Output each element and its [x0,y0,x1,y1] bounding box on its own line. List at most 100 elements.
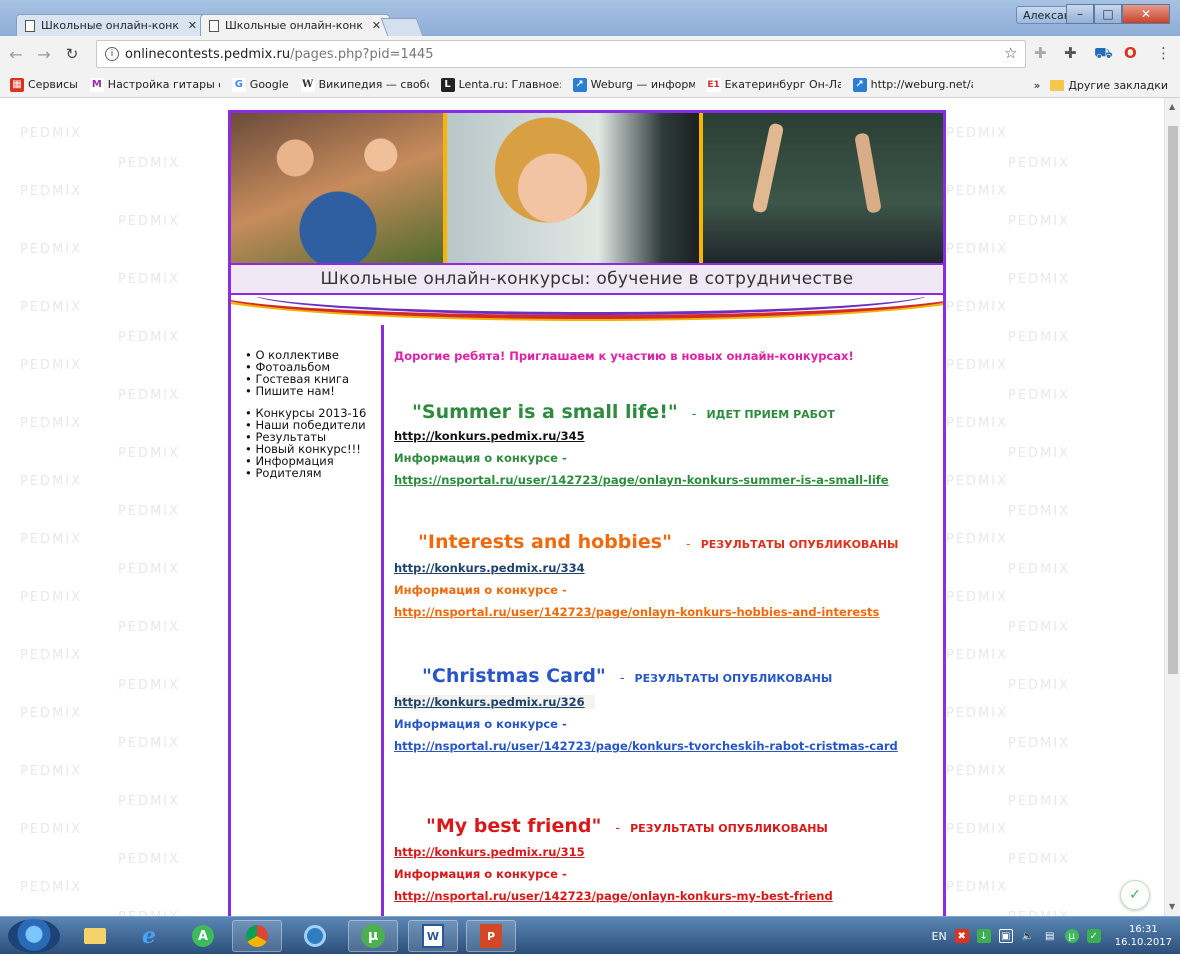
browser-titlebar: Школьные онлайн-конк ✕ Школьные онлайн-к… [0,0,1180,36]
language-indicator[interactable]: EN [932,930,947,943]
cart-icon[interactable]: ⛟ [1094,44,1113,64]
new-tab-button[interactable] [380,18,424,36]
watermark-logo: PEDMIX [20,416,83,431]
bookmark-apps[interactable]: ▦ Сервисы [10,77,78,92]
watermark-logo: PEDMIX [946,764,1009,779]
media-player-icon[interactable] [290,920,340,952]
close-window-button[interactable]: ✕ [1122,4,1170,24]
watermark-logo: PEDMIX [1008,678,1071,693]
start-button[interactable] [8,919,60,953]
close-tab-icon[interactable]: ✕ [188,19,197,32]
file-explorer-icon[interactable] [70,920,120,952]
contest-info-label: Информация о конкурсе - [394,583,567,597]
scroll-down-arrow-icon[interactable]: ▼ [1169,902,1175,911]
watermark-logo: PEDMIX [946,648,1009,663]
contest-link[interactable]: http://konkurs.pedmix.ru/315 [394,845,939,859]
watermark-logo: PEDMIX [118,736,181,751]
contest-status: РЕЗУЛЬТАТЫ ОПУБЛИКОВАНЫ [634,672,833,685]
download-arrow-icon[interactable]: ↓ [976,929,991,943]
watermark-logo: PEDMIX [946,358,1009,373]
contest-info-link[interactable]: http://nsportal.ru/user/142723/page/onla… [394,605,939,619]
utorrent-icon[interactable]: µ [348,920,398,952]
shield-check-icon[interactable]: ✓ [1120,880,1150,910]
watermark-logo: PEDMIX [20,648,83,663]
browser-tab-1[interactable]: Школьные онлайн-конк ✕ [16,14,206,36]
watermark-logo: PEDMIX [20,126,83,141]
watermark-logo: PEDMIX [1008,446,1071,461]
scroll-up-arrow-icon[interactable]: ▲ [1169,102,1175,111]
forward-arrow-icon[interactable]: → [32,45,56,64]
minimize-button[interactable]: – [1066,4,1094,24]
network-icon[interactable]: ▤ [1043,929,1057,943]
watermark-logo: PEDMIX [20,242,83,257]
contest-link[interactable]: http://konkurs.pedmix.ru/345 [394,429,939,443]
contest-info-link[interactable]: https://nsportal.ru/user/142723/page/onl… [394,473,939,487]
reload-icon[interactable]: ↻ [60,45,84,63]
contest-info-link[interactable]: http://nsportal.ru/user/142723/page/onla… [394,889,939,903]
system-tray: EN ✖ ↓ ▣ 🔈 ▤ µ ✓ 16:31 16.10.2017 [932,917,1172,954]
bookmark-guitar[interactable]: M Настройка гитары о [89,77,220,92]
chrome-icon[interactable] [232,920,282,952]
volume-icon[interactable]: 🔈 [1021,929,1035,943]
browser-tab-2[interactable]: Школьные онлайн-конк ✕ [200,14,390,36]
address-bar[interactable]: i onlinecontests.pedmix.ru/pages.php?pid… [96,40,1026,68]
nav-item-contests-5[interactable]: Родителям [245,467,379,479]
contest-info-label: Информация о конкурсе - [394,867,567,881]
contest-info-link[interactable]: http://nsportal.ru/user/142723/page/konk… [394,739,939,753]
contest-status: РЕЗУЛЬТАТЫ ОПУБЛИКОВАНЫ [630,822,828,835]
contest-link[interactable]: http://konkurs.pedmix.ru/326 [394,695,595,709]
watermark-logo: PEDMIX [946,532,1009,547]
tray-app-icon[interactable]: ✖ [954,929,969,943]
site-left-nav: О коллективеФотоальбомГостевая книгаПиши… [231,325,379,916]
bookmark-wikipedia[interactable]: W Википедия — свобо [300,77,429,92]
info-icon[interactable]: i [105,47,119,61]
tray-clock[interactable]: 16:31 16.10.2017 [1115,923,1172,949]
wikipedia-w-icon: W [300,77,315,92]
back-arrow-icon[interactable]: ← [4,45,28,64]
display-icon[interactable]: ▣ [998,929,1013,943]
powerpoint-icon[interactable]: P [466,920,516,952]
extension-icon[interactable]: ✚ [1034,44,1047,62]
contest-christmas: "Christmas Card" - РЕЗУЛЬТАТЫ ОПУБЛИКОВА… [394,665,939,753]
nav-item-about-3[interactable]: Пишите нам! [245,385,379,397]
watermark-logo: PEDMIX [946,880,1009,895]
watermark-logo: PEDMIX [1008,620,1071,635]
watermark-logo: PEDMIX [1008,504,1071,519]
extension-puzzle-icon[interactable]: ✚ [1064,44,1077,62]
android-studio-icon[interactable]: A [178,920,228,952]
word-icon[interactable]: W [408,920,458,952]
page-scrollbar[interactable]: ▲ ▼ [1164,98,1180,916]
contest-info-label: Информация о конкурсе - [394,717,567,731]
scrollbar-thumb[interactable] [1168,126,1178,674]
watermark-logo: PEDMIX [20,590,83,605]
other-bookmarks-folder[interactable]: Другие закладки [1050,79,1168,92]
bookmark-weburg-art[interactable]: ↗ http://weburg.net/ar [852,77,973,92]
watermark-logo: PEDMIX [118,272,181,287]
bookmark-e1[interactable]: E1 Екатеринбург Он-Ла [706,77,841,92]
google-g-icon: G [231,77,246,92]
contest-dash: - [615,821,621,836]
more-bookmarks-button[interactable]: » [1034,79,1041,92]
internet-explorer-icon[interactable]: e [124,920,174,952]
shield-tray-icon[interactable]: ✓ [1086,929,1101,943]
contest-link[interactable]: http://konkurs.pedmix.ru/334 [394,561,939,575]
bookmark-label: Lenta.ru: Главное: [458,78,561,91]
menu-dots-icon[interactable]: ⋮ [1156,44,1171,62]
bookmark-lenta[interactable]: L Lenta.ru: Главное: [440,77,561,92]
maximize-button[interactable]: □ [1094,4,1122,24]
close-tab-icon[interactable]: ✕ [372,19,381,32]
banner-photo-girl-screen [445,113,701,263]
opera-icon[interactable]: O [1124,44,1137,62]
watermark-logo: PEDMIX [946,300,1009,315]
clock-date: 16.10.2017 [1114,937,1172,948]
bookmark-label: Википедия — свобо [318,78,429,91]
star-icon[interactable]: ☆ [1004,44,1017,62]
contest-info-label: Информация о конкурсе - [394,451,567,465]
bookmark-google[interactable]: G Google [231,77,289,92]
bookmark-weburg[interactable]: ↗ Weburg — информа [572,77,695,92]
intro-text: Дорогие ребята! Приглашаем к участию в н… [394,349,854,363]
utorrent-tray-icon[interactable]: µ [1064,929,1079,943]
tab-title: Школьные онлайн-конк [225,19,364,32]
bookmark-label: Сервисы [28,78,78,91]
bookmarks-bar: ▦ Сервисы M Настройка гитары о G Google … [0,72,1180,98]
